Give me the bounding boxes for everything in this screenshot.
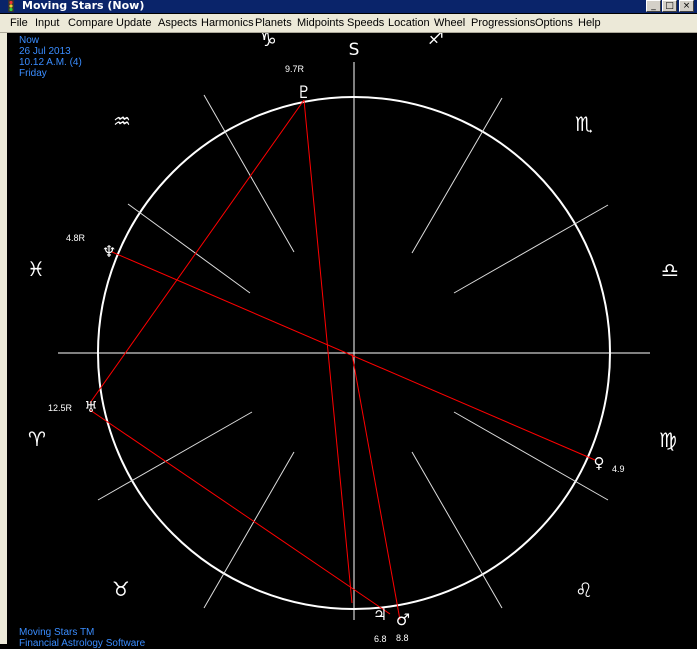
menu-midpoints[interactable]: Midpoints xyxy=(297,16,344,30)
window-title: Moving Stars (Now) xyxy=(22,0,145,12)
division-line xyxy=(453,204,609,294)
astro-wheel: ♑ ♐ ♏ ♎ ♍ ♌ ♉ ♈ ♓ ♒ S ♇ ♆ ♅ ♀ ♃ ♂ 9.7R 4… xyxy=(27,33,679,644)
menu-planets[interactable]: Planets xyxy=(255,16,292,30)
venus-icon: ♀ xyxy=(594,454,605,472)
menu-options[interactable]: Options xyxy=(535,16,573,30)
menu-aspects[interactable]: Aspects xyxy=(158,16,197,30)
minimize-button[interactable]: _ xyxy=(646,0,661,12)
leo-icon: ♌ xyxy=(575,578,593,602)
menu-wheel[interactable]: Wheel xyxy=(434,16,465,30)
planet-degree-label: 12.5R xyxy=(48,403,73,413)
aquarius-icon: ♒ xyxy=(113,109,131,133)
footer-product: Moving Stars TM xyxy=(19,627,95,638)
menu-update[interactable]: Update xyxy=(116,16,151,30)
division-line xyxy=(97,411,253,501)
menu-harmonics[interactable]: Harmonics xyxy=(201,16,254,30)
title-bar: Moving Stars (Now) _ □ × xyxy=(0,0,697,13)
mars-icon: ♂ xyxy=(396,610,410,629)
south-label: S xyxy=(349,40,360,60)
close-button[interactable]: × xyxy=(679,0,694,12)
scorpio-icon: ♏ xyxy=(575,112,593,136)
planet-degree-label: 8.8 xyxy=(396,633,409,643)
info-weekday: Friday xyxy=(19,68,47,79)
division-line xyxy=(411,97,503,254)
menu-help[interactable]: Help xyxy=(578,16,601,30)
info-date: 26 Jul 2013 xyxy=(19,46,71,57)
libra-icon: ♎ xyxy=(661,258,679,282)
division-line xyxy=(411,451,503,609)
menu-file[interactable]: File xyxy=(10,16,28,30)
planet-degree-label: 4.9 xyxy=(612,464,625,474)
neptune-icon: ♆ xyxy=(102,242,116,261)
aspect-line xyxy=(351,353,401,621)
aspect-line xyxy=(89,99,305,404)
menu-location[interactable]: Location xyxy=(388,16,430,30)
menu-bar: File Input Compare Update Aspects Harmon… xyxy=(0,14,697,33)
sagittarius-icon: ♐ xyxy=(428,33,444,49)
uranus-icon: ♅ xyxy=(84,398,97,416)
pluto-icon: ♇ xyxy=(296,83,311,103)
planet-degree-label: 9.7R xyxy=(285,64,305,74)
division-line xyxy=(127,203,251,294)
taurus-icon: ♉ xyxy=(112,577,130,601)
maximize-button[interactable]: □ xyxy=(662,0,677,12)
capricorn-icon: ♑ xyxy=(259,33,277,51)
planet-degree-label: 6.8 xyxy=(374,634,387,644)
aries-icon: ♈ xyxy=(28,427,46,451)
division-line xyxy=(203,451,295,609)
info-label: Now xyxy=(19,35,40,46)
house-division-lines xyxy=(97,94,609,609)
menu-progressions[interactable]: Progressions xyxy=(471,16,535,30)
menu-compare[interactable]: Compare xyxy=(68,16,113,30)
pisces-icon: ♓ xyxy=(27,257,45,281)
menu-input[interactable]: Input xyxy=(35,16,59,30)
planet-degree-label: 4.8R xyxy=(66,233,86,243)
aspect-line xyxy=(303,99,353,604)
aspect-line xyxy=(89,409,391,615)
info-time: 10.12 A.M. (4) xyxy=(19,57,82,68)
traffic-light-icon xyxy=(8,0,14,12)
menu-speeds[interactable]: Speeds xyxy=(347,16,384,30)
virgo-icon: ♍ xyxy=(659,428,677,452)
aspect-lines xyxy=(89,99,596,621)
jupiter-icon: ♃ xyxy=(373,605,387,624)
